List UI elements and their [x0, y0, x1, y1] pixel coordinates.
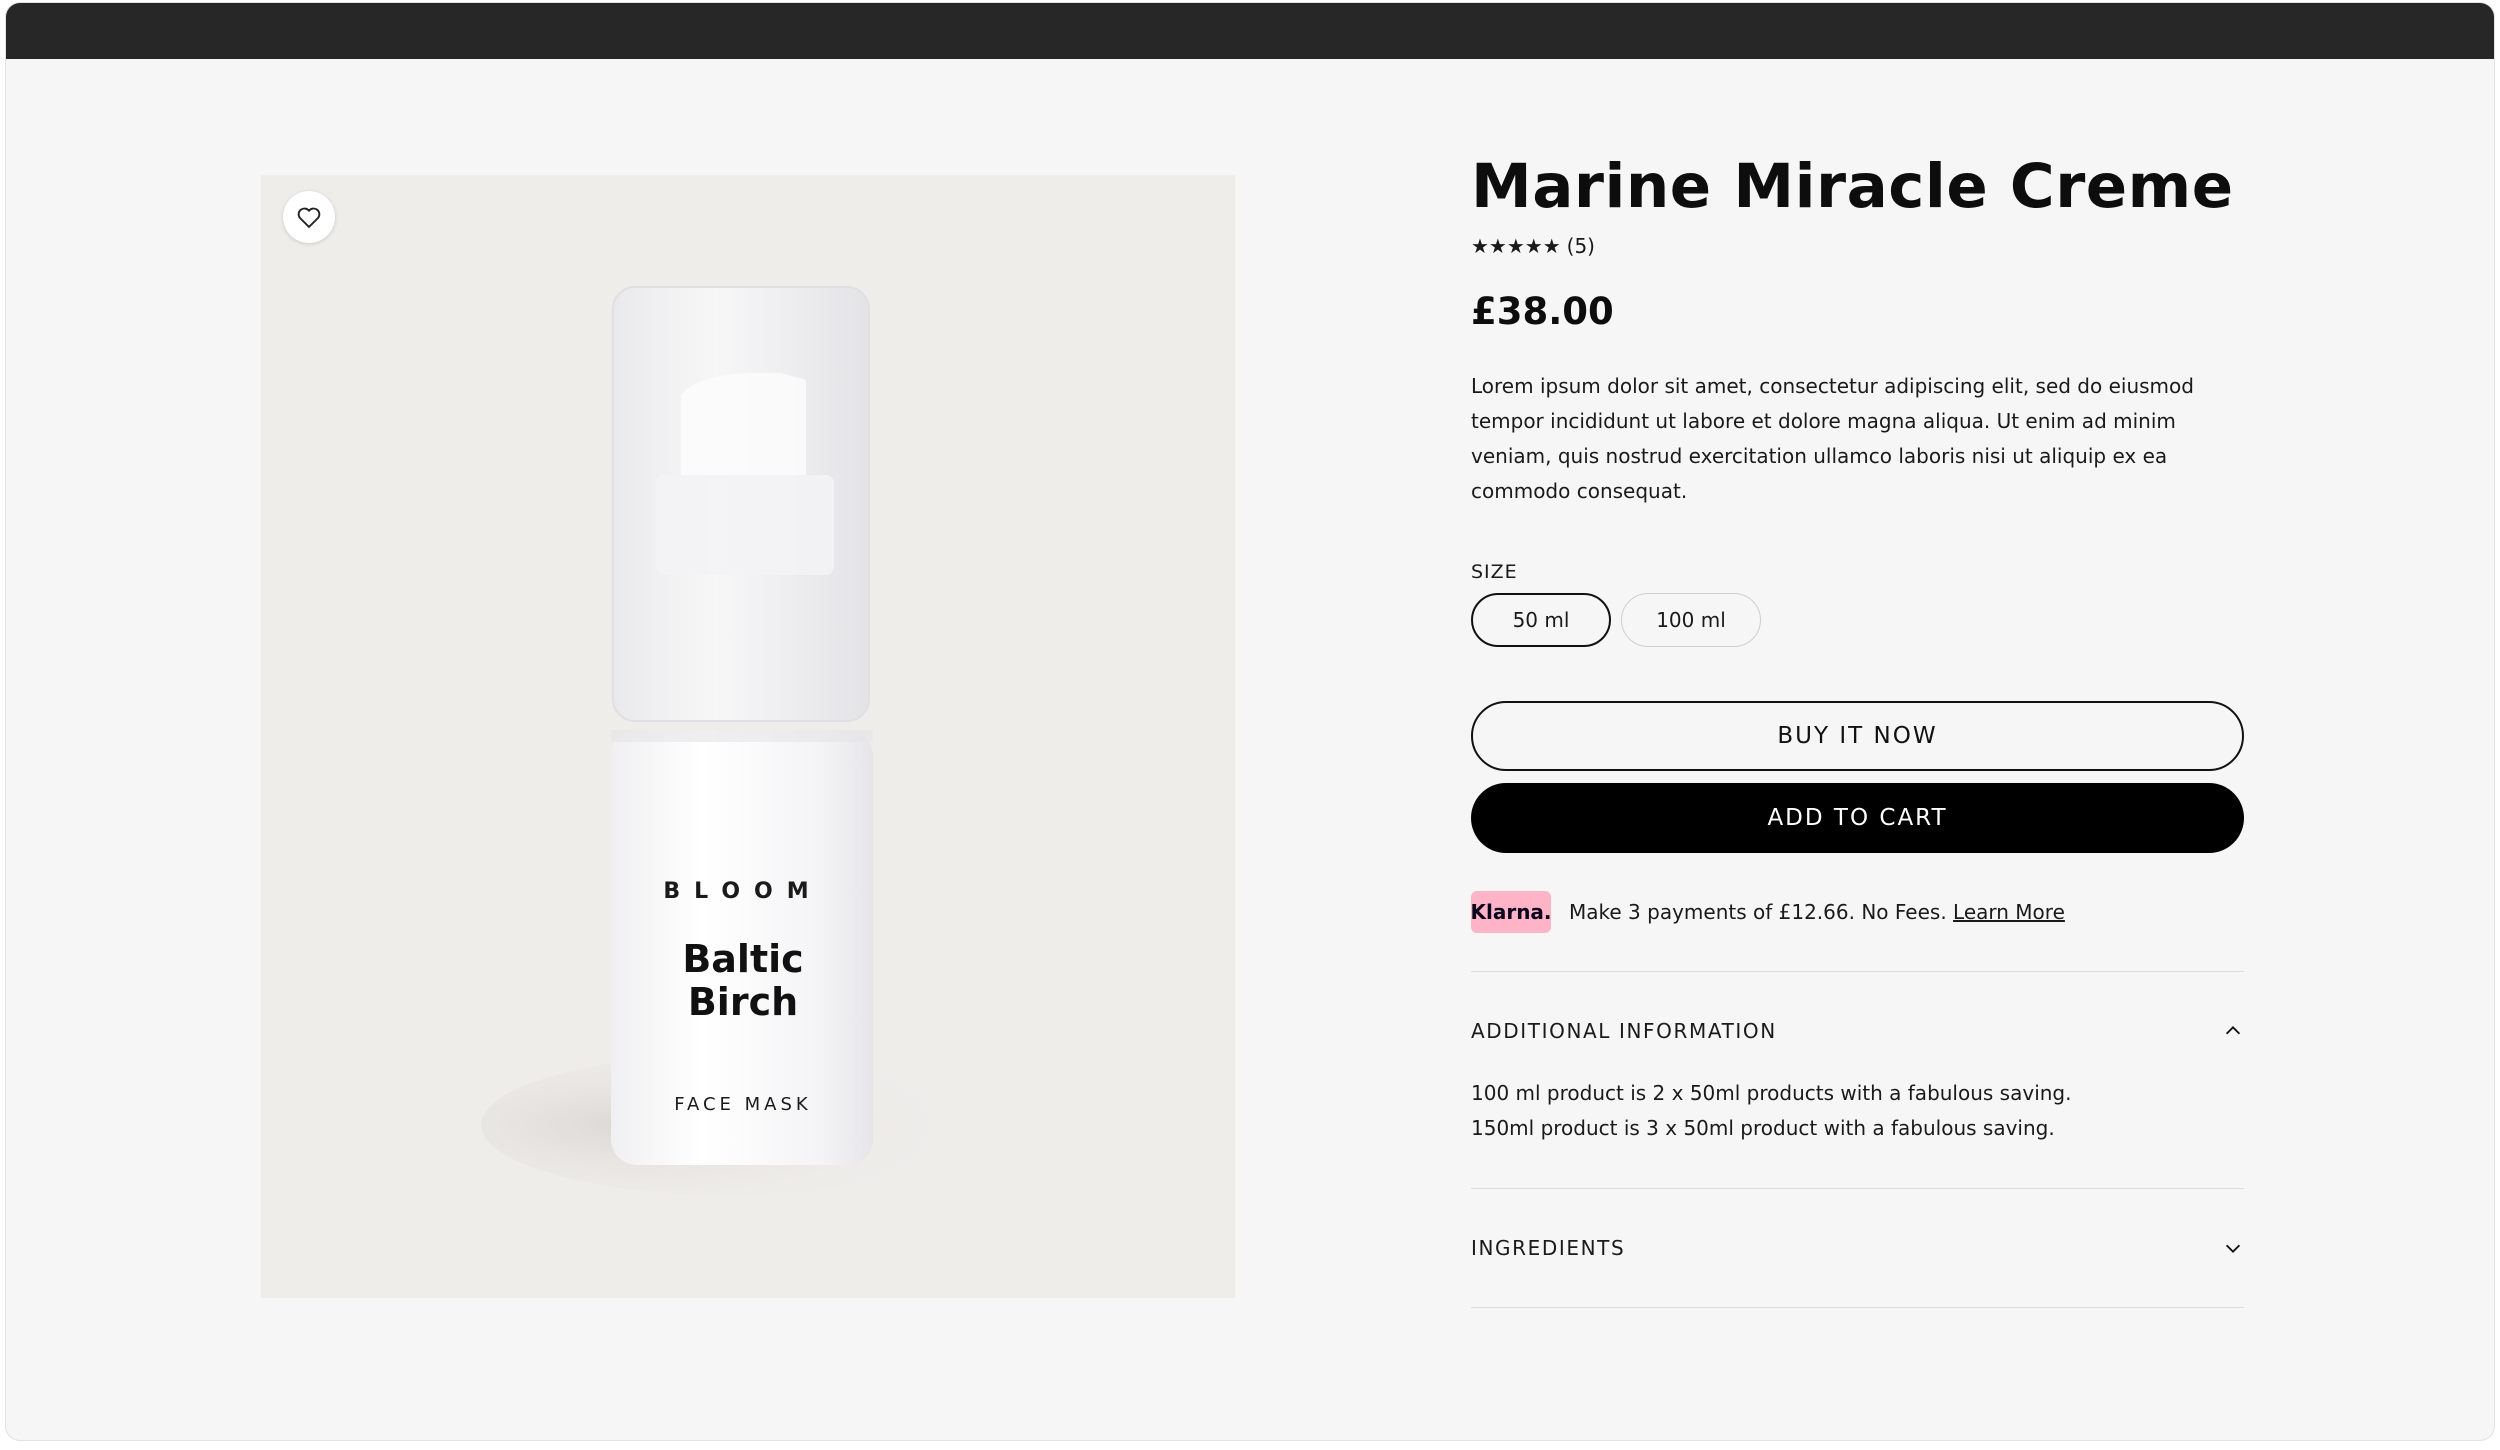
size-label: SIZE [1471, 561, 1518, 584]
product-title: Marine Miracle Creme [1471, 151, 2234, 222]
top-bar [6, 3, 2494, 59]
accordion-content: 100 ml product is 2 x 50ml products with… [1471, 1076, 2246, 1188]
size-option-100ml[interactable]: 100 ml [1621, 593, 1761, 648]
product-description: Lorem ipsum dolor sit amet, consectetur … [1471, 374, 2194, 504]
bottle-brand: BLOOM [663, 879, 822, 904]
info-line: 150ml product is 3 x 50ml product with a… [1471, 1116, 2055, 1141]
klarna-logo: Klarna. [1470, 891, 1552, 934]
product-image-panel: BLOOM Baltic Birch FACE MASK [261, 175, 1235, 1298]
wishlist-button[interactable] [283, 191, 335, 243]
bottle-name-line2: Birch [688, 980, 798, 1024]
heart-icon [297, 207, 321, 229]
bottle-type: FACE MASK [674, 1094, 811, 1115]
accordion-title: INGREDIENTS [1471, 1236, 1626, 1261]
chevron-up-icon [2225, 1026, 2241, 1035]
product-photo: BLOOM Baltic Birch FACE MASK [481, 286, 981, 1195]
size-option-50ml[interactable]: 50 ml [1471, 593, 1611, 648]
rating[interactable]: ★★★★★ (5) [1471, 234, 2246, 258]
review-count: (5) [1566, 234, 1595, 259]
product-price: £38.00 [1471, 290, 1614, 334]
klarna-text: Make 3 payments of £12.66. No Fees. [1569, 900, 1947, 925]
stars: ★★★★★ [1471, 234, 1561, 259]
product-info: Marine Miracle Creme ★★★★★ (5) £38.00 Lo… [1470, 151, 2246, 1309]
buy-now-button[interactable]: BUY IT NOW [1471, 701, 2244, 772]
divider [1471, 1307, 2244, 1309]
info-line: 100 ml product is 2 x 50ml products with… [1471, 1081, 2072, 1106]
accordion-title: ADDITIONAL INFORMATION [1471, 1019, 1777, 1044]
accordion-additional-information[interactable]: ADDITIONAL INFORMATION [1471, 972, 2244, 1090]
accordion-ingredients[interactable]: INGREDIENTS [1471, 1189, 2244, 1307]
bottle-name-line1: Baltic [682, 937, 803, 981]
chevron-down-icon [2225, 1244, 2241, 1254]
add-to-cart-button[interactable]: ADD TO CART [1471, 783, 2244, 854]
klarna-row: Klarna. Make 3 payments of £12.66. No Fe… [1470, 891, 2246, 934]
browser-window: BLOOM Baltic Birch FACE MASK Marine Mira… [6, 3, 2494, 1440]
size-options: 50 ml 100 ml [1471, 593, 2246, 648]
learn-more-link[interactable]: Learn More [1953, 900, 2065, 924]
